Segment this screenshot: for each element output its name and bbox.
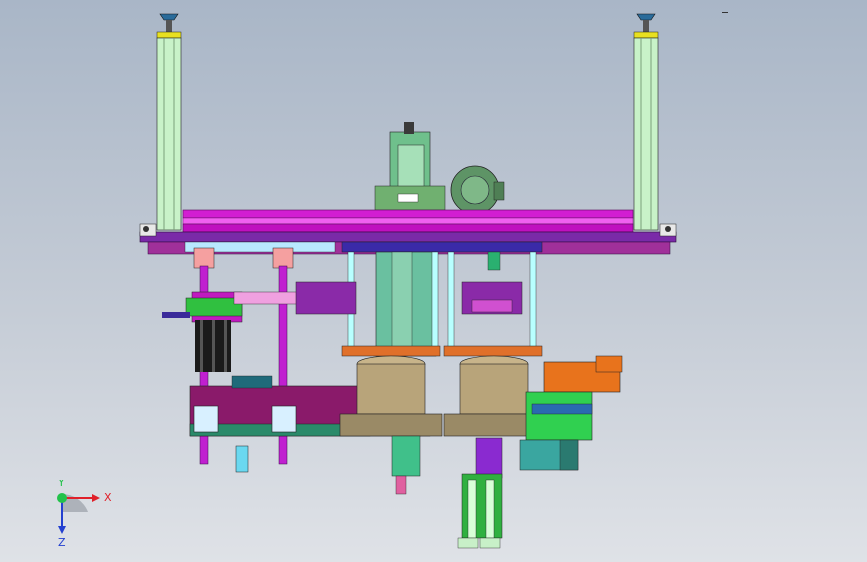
y-axis-origin-icon (57, 493, 67, 503)
right-column[interactable] (633, 13, 659, 231)
top-drive-assembly[interactable] (374, 122, 505, 215)
center-column[interactable] (295, 241, 543, 357)
y-axis-label: Y (57, 480, 65, 489)
left-column[interactable] (156, 13, 182, 231)
left-leveling-foot-icon (159, 13, 179, 21)
right-leveling-foot-icon (636, 13, 656, 21)
bronze-wheels[interactable] (339, 355, 547, 437)
cad-viewport[interactable]: X Y Z (0, 0, 867, 562)
bottom-actuators[interactable] (391, 435, 503, 549)
z-axis-label: Z (58, 536, 66, 549)
axis-triad: X Y Z (57, 480, 112, 549)
viewport-marker (722, 12, 728, 13)
x-axis-label: X (104, 491, 112, 504)
right-side-assembly[interactable] (519, 355, 623, 471)
cad-assembly-model[interactable] (0, 0, 867, 562)
